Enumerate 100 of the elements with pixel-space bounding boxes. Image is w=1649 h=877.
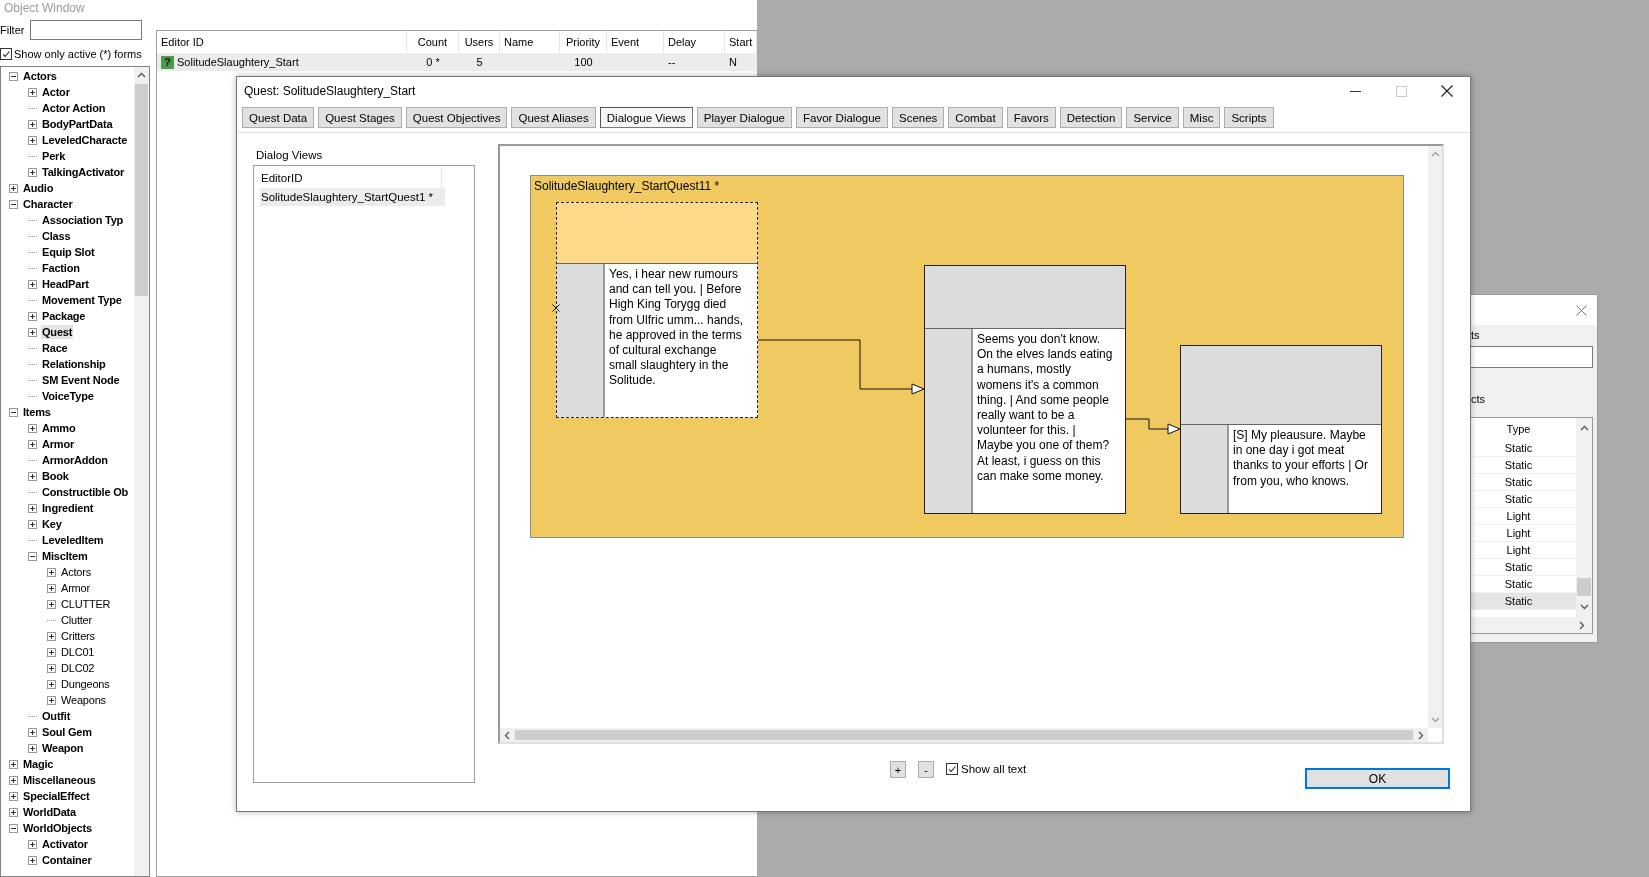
tree-item[interactable]: WorldObjects — [22, 821, 93, 835]
tree-item[interactable]: Character — [22, 197, 74, 211]
zoom-out-button[interactable]: - — [918, 761, 934, 778]
tree-item[interactable]: Dungeons — [60, 677, 111, 691]
column-header[interactable]: Type — [1506, 423, 1531, 435]
tree-item[interactable]: Perk — [41, 149, 67, 163]
plus-icon[interactable] — [28, 439, 37, 449]
plus-icon[interactable] — [28, 167, 37, 177]
tab[interactable]: Dialogue Views — [599, 107, 693, 128]
plus-icon[interactable] — [47, 695, 56, 705]
tree-item[interactable]: CLUTTER — [60, 597, 112, 611]
plus-icon[interactable] — [28, 327, 37, 337]
tree-item[interactable]: Outfit — [41, 709, 72, 723]
tree-item[interactable]: Actor — [41, 85, 71, 99]
plus-icon[interactable] — [47, 631, 56, 641]
tree-item[interactable]: Armor — [41, 437, 75, 451]
table-row[interactable]: Static — [1471, 593, 1576, 610]
tree-item[interactable]: Association Typ — [41, 213, 125, 227]
tree-item[interactable]: Actors — [22, 69, 58, 83]
tree-item[interactable]: Activator — [41, 837, 89, 851]
vertical-scrollbar[interactable] — [1576, 418, 1592, 617]
plus-icon[interactable] — [9, 759, 18, 769]
plus-icon[interactable] — [47, 647, 56, 657]
plus-icon[interactable] — [47, 663, 56, 673]
tree-item[interactable]: SM Event Node — [41, 373, 121, 387]
horizontal-scrollbar[interactable] — [1471, 617, 1592, 633]
tab[interactable]: Quest Objectives — [405, 107, 508, 128]
tree-item[interactable]: Actors — [60, 565, 92, 579]
tree-item[interactable]: Ammo — [41, 421, 77, 435]
plus-icon[interactable] — [47, 583, 56, 593]
tree-item[interactable]: Race — [41, 341, 69, 355]
tree-item[interactable]: WorldData — [22, 805, 77, 819]
scrollbar-thumb[interactable] — [135, 84, 148, 296]
plus-icon[interactable] — [28, 311, 37, 321]
tab[interactable]: Detection — [1059, 107, 1123, 128]
tree-item[interactable]: Package — [41, 309, 87, 323]
plus-icon[interactable] — [28, 839, 37, 849]
vertical-scrollbar[interactable] — [134, 67, 149, 876]
list-item[interactable]: SolitudeSlaughtery_StartQuest1 * — [260, 188, 445, 206]
tree-item[interactable]: Clutter — [60, 613, 93, 627]
tree-item[interactable]: Miscellaneous — [22, 773, 97, 787]
plus-icon[interactable] — [28, 727, 37, 737]
plus-icon[interactable] — [9, 775, 18, 785]
text-field[interactable] — [1471, 346, 1593, 368]
tab[interactable]: Favors — [1006, 107, 1056, 128]
tab[interactable]: Quest Aliases — [511, 107, 596, 128]
close-icon[interactable] — [1441, 85, 1453, 97]
tree-item[interactable]: DLC02 — [60, 661, 96, 675]
tab[interactable]: Scripts — [1224, 107, 1274, 128]
tree-item[interactable]: Faction — [41, 261, 81, 275]
tab[interactable]: Scenes — [892, 107, 945, 128]
tree-item[interactable]: TalkingActivator — [41, 165, 126, 179]
tree-item[interactable]: DLC01 — [60, 645, 96, 659]
minus-icon[interactable] — [28, 551, 37, 561]
tree-item[interactable]: Equip Slot — [41, 245, 96, 259]
tab[interactable]: Player Dialogue — [696, 107, 792, 128]
tree-item[interactable]: Armor — [60, 581, 91, 595]
tree-item[interactable]: Key — [41, 517, 63, 531]
ok-button[interactable]: OK — [1305, 768, 1450, 789]
plus-icon[interactable] — [9, 183, 18, 193]
plus-icon[interactable] — [47, 679, 56, 689]
list-row[interactable]: ? SolitudeSlaughtery_Start 0 * 5 100 -- N — [157, 53, 757, 71]
plus-icon[interactable] — [28, 423, 37, 433]
tab[interactable]: Misc — [1182, 107, 1221, 128]
checkbox[interactable] — [0, 48, 12, 60]
tree-item[interactable]: Relationship — [41, 357, 107, 371]
minus-icon[interactable] — [9, 71, 18, 81]
zoom-in-button[interactable]: + — [890, 761, 906, 778]
scrollbar-thumb[interactable] — [515, 730, 1413, 740]
tree-item[interactable]: Ingredient — [41, 501, 95, 515]
tree-item[interactable]: Movement Type — [41, 293, 123, 307]
tree-item[interactable]: Class — [41, 229, 72, 243]
tree-item[interactable]: BodyPartData — [41, 117, 114, 131]
plus-icon[interactable] — [47, 567, 56, 577]
tree-item[interactable]: Book — [41, 469, 70, 483]
tree-item[interactable]: SpecialEffect — [22, 789, 91, 803]
plus-icon[interactable] — [47, 599, 56, 609]
tab[interactable]: Service — [1126, 107, 1179, 128]
plus-icon[interactable] — [28, 743, 37, 753]
tab[interactable]: Favor Dialogue — [796, 107, 888, 128]
tree-item[interactable]: Magic — [22, 757, 55, 771]
tree-item[interactable]: Quest — [41, 325, 74, 339]
tree-item[interactable]: MiscItem — [41, 549, 89, 563]
tab[interactable]: Combat — [948, 107, 1003, 128]
checkbox[interactable] — [946, 763, 958, 775]
plus-icon[interactable] — [9, 791, 18, 801]
tree-item[interactable]: Actor Action — [41, 101, 107, 115]
tree-item[interactable]: LeveledCharacte — [41, 133, 129, 147]
tree-item[interactable]: Audio — [22, 181, 55, 195]
tree-item[interactable]: Soul Gem — [41, 725, 93, 739]
tree-item[interactable]: Weapons — [60, 693, 107, 707]
tree-item[interactable]: VoiceType — [41, 389, 95, 403]
plus-icon[interactable] — [28, 119, 37, 129]
tree-item[interactable]: ArmorAddon — [41, 453, 109, 467]
dialogue-node[interactable]: Seems you don't know. On the elves lands eating a humans, mostly womens it's a common thing. | And some people really want to be a volunteer for this. | Maybe you one of them? At least, i guess on this can make some money. — [924, 265, 1126, 514]
plus-icon[interactable] — [28, 503, 37, 513]
tab[interactable]: Quest Data — [242, 107, 315, 128]
plus-icon[interactable] — [28, 279, 37, 289]
tree-item[interactable]: HeadPart — [41, 277, 90, 291]
tree-item[interactable]: Weapon — [41, 741, 85, 755]
